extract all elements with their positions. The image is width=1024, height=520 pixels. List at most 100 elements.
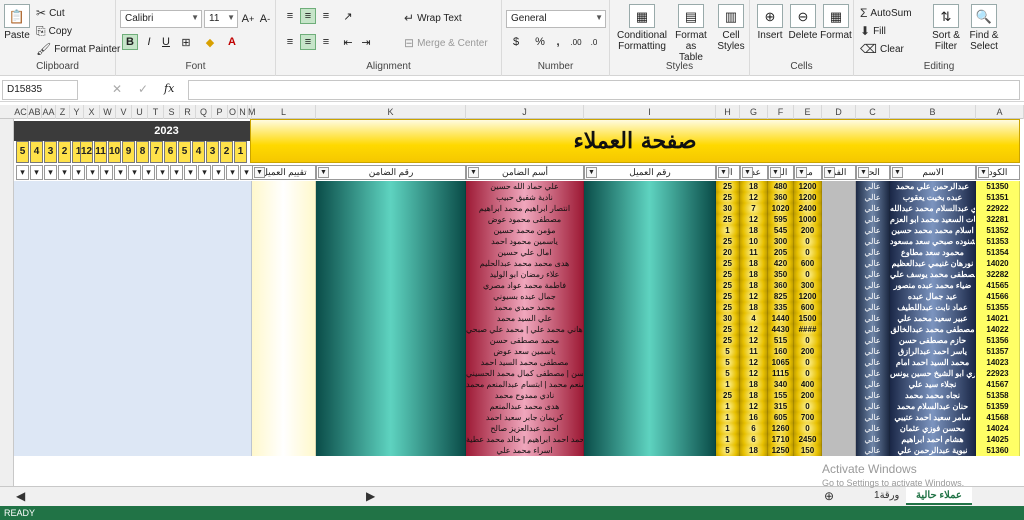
code-cell[interactable]: 41567 [976,379,1020,390]
total-cell[interactable]: 200 [794,390,822,401]
g-cell[interactable]: 25 [716,269,740,280]
rating-cell[interactable] [252,291,316,302]
f-cell[interactable]: 18 [740,269,768,280]
code-cell[interactable]: 41565 [976,280,1020,291]
column-header-v[interactable]: V [116,105,132,119]
g-cell[interactable]: 25 [716,390,740,401]
client-name-cell[interactable]: شيري ابو الشيخ حسين يونس [890,368,976,379]
underline-button[interactable]: U [158,34,174,50]
filter-cell[interactable]: ▾ [86,165,99,180]
client-number-cell[interactable] [584,280,716,291]
status-cell[interactable]: عالي [856,214,890,225]
italic-button[interactable]: I [141,34,157,50]
month-cells-cell[interactable] [14,412,252,423]
client-name-cell[interactable]: نورهان غنيمي عبدالعظيم [890,258,976,269]
month-cell[interactable]: 4 [192,141,205,163]
client-name-cell[interactable]: عماد نابت عبداللطيف [890,302,976,313]
guarantor-number-cell[interactable] [316,445,466,456]
d-cell[interactable] [822,379,856,390]
column-header-s[interactable]: S [164,105,180,119]
code-cell[interactable]: 51355 [976,302,1020,313]
g-cell[interactable]: 25 [716,291,740,302]
e-cell[interactable]: 515 [768,335,794,346]
rating-cell[interactable] [252,379,316,390]
total-cell[interactable]: 0 [794,357,822,368]
filter-dropdown-icon[interactable]: ▼ [796,167,807,178]
client-number-cell[interactable] [584,357,716,368]
g-cell[interactable]: 1 [716,412,740,423]
d-cell[interactable] [822,302,856,313]
sheet-grid[interactable]: 2023 صفحة العملاء 1 2 3 4 5 1 2 3 4 5 6 7 8 9 10 11 12 ▼… [0,119,1024,486]
rating-cell[interactable] [252,181,316,192]
filter-cell[interactable]: ▾ [114,165,127,180]
copy-button[interactable]: ⎘ Copy [36,24,72,39]
client-number-cell[interactable] [584,324,716,335]
month-cell[interactable]: 2 [220,141,233,163]
guarantor-number-cell[interactable] [316,280,466,291]
d-cell[interactable] [822,203,856,214]
total-cell[interactable]: 200 [794,225,822,236]
name-box[interactable]: D15835 [2,80,78,100]
status-cell[interactable]: عالي [856,445,890,456]
header-guarantor_num[interactable]: ▼ رقم الضامن [316,165,466,180]
guarantor-number-cell[interactable] [316,225,466,236]
guarantor-name-cell[interactable]: هدى حسين حامد | هاني محمد علي | محمد علي… [466,324,584,335]
total-cell[interactable]: 300 [794,280,822,291]
code-cell[interactable]: 32282 [976,269,1020,280]
cell-styles-button[interactable]: ▥ Cell Styles [714,4,748,52]
rating-cell[interactable] [252,368,316,379]
status-cell[interactable]: عالي [856,423,890,434]
e-cell[interactable]: 1260 [768,423,794,434]
conditional-formatting-button[interactable]: ▦ Conditional Formatting [616,4,668,52]
guarantor-name-cell[interactable]: فاطمة محمد عواد مصري [466,280,584,291]
filter-cell[interactable]: ▾ [198,165,211,180]
header-code[interactable]: ▼ الكود [976,165,1020,180]
d-cell[interactable] [822,390,856,401]
g-cell[interactable]: 25 [716,324,740,335]
status-cell[interactable]: عالي [856,302,890,313]
filter-dropdown-icon[interactable]: ▼ [742,167,753,178]
client-name-cell[interactable]: عبده بخيت يعقوب [890,192,976,203]
rating-cell[interactable] [252,225,316,236]
total-cell[interactable]: 1200 [794,192,822,203]
month-cell[interactable]: 4 [30,141,43,163]
filter-dropdown-icon[interactable]: ▼ [718,167,729,178]
scroll-left-icon[interactable]: ◀ [16,489,25,503]
guarantor-number-cell[interactable] [316,368,466,379]
f-cell[interactable]: 4 [740,313,768,324]
client-name-cell[interactable]: عيد جمال عبده [890,291,976,302]
month-cells-cell[interactable] [14,335,252,346]
column-header-r[interactable]: R [180,105,196,119]
filter-cell[interactable]: ▾ [240,165,253,180]
fill-color-icon[interactable]: ◆ [202,34,218,50]
guarantor-name-cell[interactable]: علي حماد الله حسين [466,181,584,192]
column-header-n[interactable]: N [238,105,248,119]
status-cell[interactable]: عالي [856,236,890,247]
status-cell[interactable]: عالي [856,313,890,324]
client-number-cell[interactable] [584,291,716,302]
status-cell[interactable]: عالي [856,181,890,192]
rating-cell[interactable] [252,423,316,434]
f-cell[interactable]: 16 [740,412,768,423]
column-header-o[interactable]: O [228,105,238,119]
guarantor-name-cell[interactable]: مصطفى محمد السيد احمد [466,357,584,368]
total-cell[interactable]: 700 [794,412,822,423]
align-left-icon[interactable]: ≡ [282,34,298,50]
f-cell[interactable]: 11 [740,247,768,258]
client-number-cell[interactable] [584,269,716,280]
code-cell[interactable]: 51359 [976,401,1020,412]
guarantor-number-cell[interactable] [316,401,466,412]
header-status[interactable]: ▼ الحا [856,165,890,180]
month-cells-cell[interactable] [14,346,252,357]
guarantor-number-cell[interactable] [316,302,466,313]
total-cell[interactable]: 2400 [794,203,822,214]
column-header-i[interactable]: I [584,105,716,119]
client-name-cell[interactable]: اسلام محمد محمد حسين [890,225,976,236]
total-cell[interactable]: 1200 [794,291,822,302]
month-cells-cell[interactable] [14,445,252,456]
find-select-button[interactable]: 🔍 Find & Select [964,4,1004,52]
column-header-u[interactable]: U [132,105,148,119]
rating-cell[interactable] [252,412,316,423]
total-cell[interactable]: 1500 [794,313,822,324]
guarantor-name-cell[interactable]: نادي ممدوح محمد [466,390,584,401]
